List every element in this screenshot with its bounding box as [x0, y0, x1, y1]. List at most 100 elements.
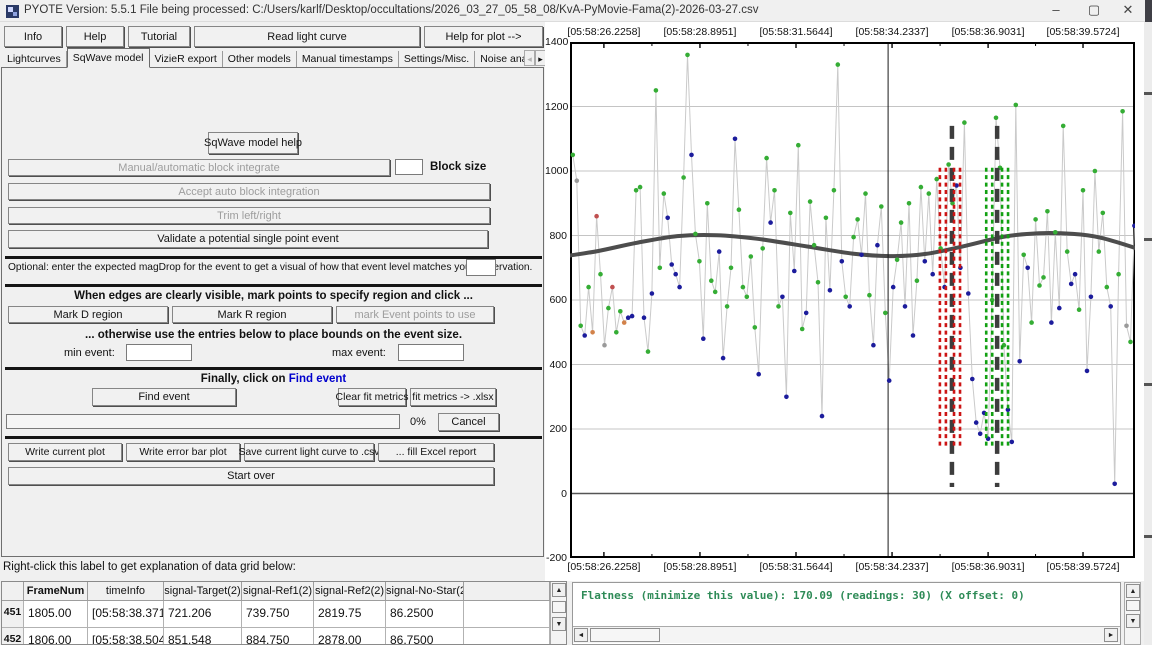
divider: [5, 367, 542, 370]
grid-cell[interactable]: 884.750: [242, 628, 314, 645]
scroll-up-icon[interactable]: ▲: [1126, 584, 1140, 598]
window-title: PYOTE Version: 5.5.1 File being processe…: [24, 4, 758, 16]
help-button[interactable]: Help: [66, 26, 124, 47]
min-event-label: min event:: [64, 347, 115, 359]
read-light-curve-button[interactable]: Read light curve: [194, 26, 420, 47]
tab-scroll-left-icon[interactable]: ◂: [524, 50, 535, 66]
tab-manual-timestamps[interactable]: Manual timestamps: [297, 51, 399, 68]
grid-cell[interactable]: 851.548: [164, 628, 242, 645]
grid-cell[interactable]: 86.7500: [386, 628, 464, 645]
info-button[interactable]: Info: [4, 26, 62, 47]
scroll-thumb[interactable]: [590, 628, 660, 642]
column-header-signal-no-star-2-[interactable]: signal-No-Star(2): [386, 582, 464, 601]
block-size-input[interactable]: [395, 159, 423, 175]
y-tick-label: 1000: [545, 165, 567, 177]
tab-other-models[interactable]: Other models: [223, 51, 297, 68]
row-header[interactable]: 452: [2, 628, 24, 645]
mark-d-region-button[interactable]: Mark D region: [8, 306, 168, 323]
start-over-button[interactable]: Start over: [8, 467, 494, 485]
tab-settings-misc-[interactable]: Settings/Misc.: [399, 51, 475, 68]
y-tick-label: -200: [545, 552, 567, 564]
grid-cell[interactable]: 2878.00: [314, 628, 386, 645]
accept-auto-block-button[interactable]: Accept auto block integration: [8, 183, 490, 200]
help-for-plot-button[interactable]: Help for plot -->: [424, 26, 543, 47]
sqwave-model-help-button[interactable]: SqWave model help: [208, 132, 298, 154]
scroll-thumb[interactable]: [1126, 600, 1140, 611]
grid-cell[interactable]: 1806.00: [24, 628, 88, 645]
status-horizontal-scrollbar[interactable]: ◄ ►: [573, 626, 1120, 643]
data-grid-table[interactable]: FrameNumtimeInfosignal-Target(2)signal-R…: [2, 582, 550, 644]
find-event-button[interactable]: Find event: [92, 388, 236, 406]
tab-bar: LightcurvesSqWave modelVizieR exportOthe…: [2, 48, 524, 68]
save-light-curve-csv-button[interactable]: Save current light curve to .csv: [244, 443, 374, 461]
x-tick-label: [05:58:36.9031]: [952, 26, 1025, 38]
clear-fit-metrics-button[interactable]: Clear fit metrics: [338, 388, 406, 406]
grid-cell[interactable]: [05:58:38.3712]: [88, 601, 164, 628]
validate-single-point-button[interactable]: Validate a potential single point event: [8, 230, 488, 248]
cancel-button[interactable]: Cancel: [438, 413, 499, 431]
column-header-framenum[interactable]: FrameNum: [24, 582, 88, 601]
grid-cell[interactable]: 739.750: [242, 601, 314, 628]
divider: [5, 436, 542, 439]
tab-vizier-export[interactable]: VizieR export: [150, 51, 223, 68]
y-tick-label: 0: [545, 488, 567, 500]
light-curve-plot[interactable]: [570, 42, 1135, 558]
y-tick-label: 200: [545, 423, 567, 435]
mark-r-region-button[interactable]: Mark R region: [172, 306, 332, 323]
block-integrate-button[interactable]: Manual/automatic block integrate: [8, 159, 390, 176]
progress-bar: [6, 414, 400, 429]
grid-vertical-scrollbar[interactable]: ▲ ▼: [550, 582, 566, 644]
tab-noise-analysis-i[interactable]: Noise analysis/I: [475, 51, 524, 68]
scroll-down-icon[interactable]: ▼: [1126, 614, 1140, 628]
y-tick-label: 1200: [545, 101, 567, 113]
tutorial-button[interactable]: Tutorial: [128, 26, 190, 47]
write-current-plot-button[interactable]: Write current plot: [8, 443, 122, 461]
y-tick-label: 400: [545, 359, 567, 371]
grid-hint-label[interactable]: Right-click this label to get explanatio…: [3, 561, 296, 573]
minimize-button[interactable]: –: [1040, 0, 1072, 22]
min-event-input[interactable]: [126, 344, 192, 361]
magdrop-input[interactable]: [466, 259, 496, 276]
grid-cell[interactable]: [05:58:38.5047]: [88, 628, 164, 645]
title-bar: PYOTE Version: 5.5.1 File being processe…: [0, 0, 1152, 22]
column-header-timeinfo[interactable]: timeInfo: [88, 582, 164, 601]
status-vertical-scrollbar[interactable]: ▲ ▼: [1124, 582, 1141, 645]
close-button[interactable]: ✕: [1112, 0, 1144, 22]
scroll-thumb[interactable]: [552, 601, 566, 613]
y-tick-label: 1400: [545, 36, 567, 48]
x-tick-label: [05:58:34.2337]: [856, 26, 929, 38]
fill-excel-report-button[interactable]: ... fill Excel report: [378, 443, 494, 461]
write-error-bar-plot-button[interactable]: Write error bar plot: [126, 443, 240, 461]
table-row[interactable]: 4511805.00[05:58:38.3712]721.206739.7502…: [2, 601, 550, 628]
grid-cell[interactable]: 86.2500: [386, 601, 464, 628]
tab-sqwave-model[interactable]: SqWave model: [67, 48, 150, 68]
row-header[interactable]: 451: [2, 601, 24, 628]
tab-lightcurves[interactable]: Lightcurves: [2, 51, 67, 68]
data-grid: FrameNumtimeInfosignal-Target(2)signal-R…: [1, 581, 567, 645]
grid-cell[interactable]: [464, 628, 550, 645]
x-tick-label: [05:58:26.2258]: [567, 26, 640, 38]
column-header-signal-target-2-[interactable]: signal-Target(2): [164, 582, 242, 601]
scroll-right-icon[interactable]: ►: [1104, 628, 1118, 642]
column-header-signal-ref2-2-[interactable]: signal-Ref2(2): [314, 582, 386, 601]
fit-metrics-xlsx-button[interactable]: fit metrics -> .xlsx: [410, 388, 496, 406]
grid-cell[interactable]: 2819.75: [314, 601, 386, 628]
column-header-signal-ref1-2-[interactable]: signal-Ref1(2): [242, 582, 314, 601]
table-row[interactable]: 4521806.00[05:58:38.5047]851.548884.7502…: [2, 628, 550, 645]
scroll-left-icon[interactable]: ◄: [574, 628, 588, 642]
grid-cell[interactable]: 721.206: [164, 601, 242, 628]
grid-cell[interactable]: 1805.00: [24, 601, 88, 628]
trim-left-right-button[interactable]: Trim left/right: [8, 207, 490, 224]
grid-cell[interactable]: [464, 582, 550, 601]
y-tick-label: 600: [545, 294, 567, 306]
y-tick-label: 800: [545, 230, 567, 242]
scroll-up-icon[interactable]: ▲: [552, 583, 566, 597]
find-event-link[interactable]: Find event: [289, 373, 347, 385]
grid-cell[interactable]: [464, 601, 550, 628]
max-event-input[interactable]: [398, 344, 464, 361]
scroll-down-icon[interactable]: ▼: [552, 617, 566, 631]
block-size-label: Block size: [430, 161, 486, 173]
row-header[interactable]: [2, 582, 24, 601]
maximize-button[interactable]: ▢: [1078, 0, 1110, 22]
mark-event-points-button[interactable]: mark Event points to use: [336, 306, 494, 323]
